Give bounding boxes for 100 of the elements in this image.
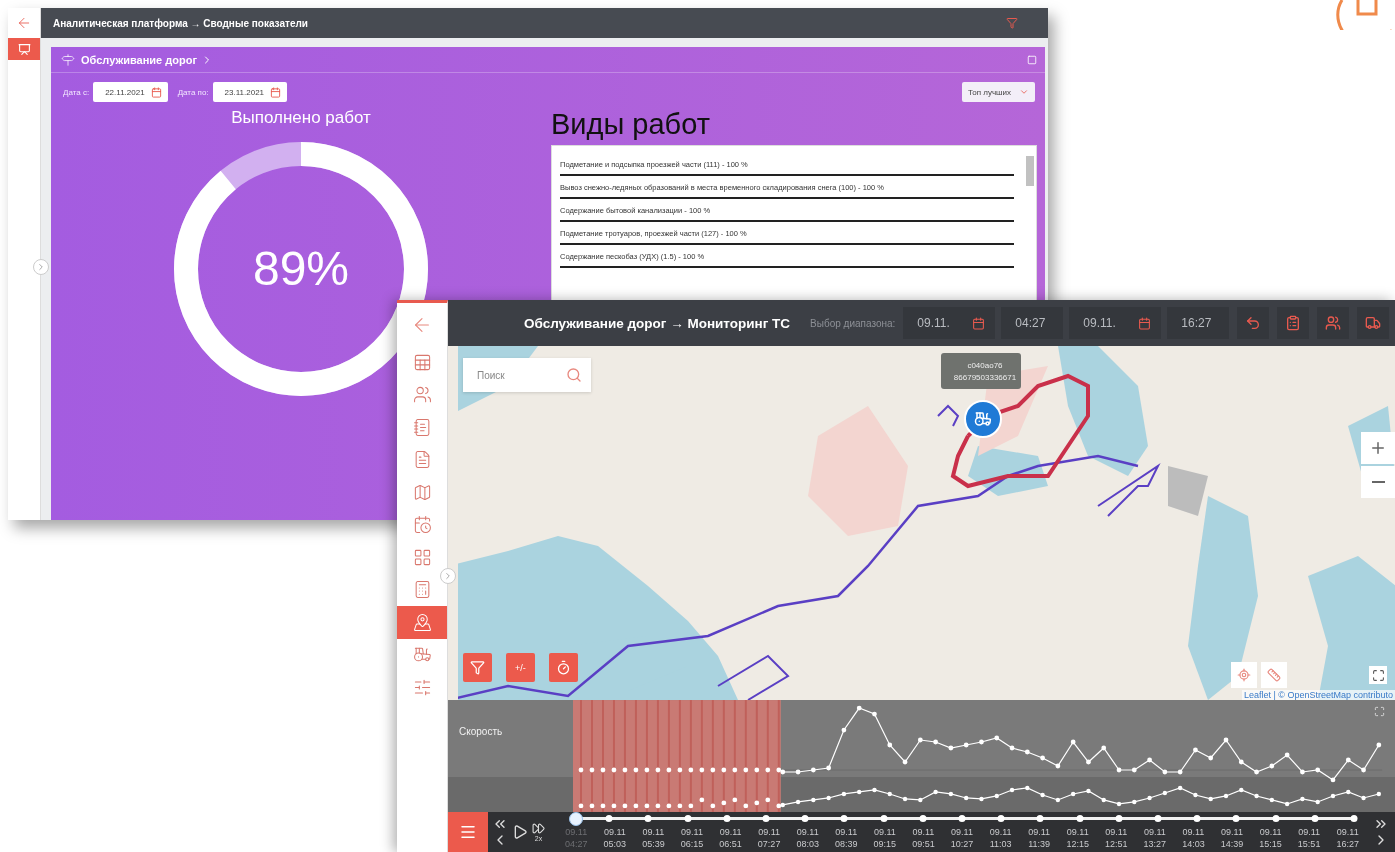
search-field[interactable]: Поиск: [463, 358, 591, 392]
date-field[interactable]: 09.11.: [1069, 307, 1162, 339]
timeline-tick[interactable]: [762, 815, 770, 822]
calendar-icon: [270, 86, 282, 98]
tick-date: 09.11: [1105, 826, 1128, 838]
date-field[interactable]: 09.11.: [903, 307, 996, 339]
undo-button[interactable]: [1237, 307, 1269, 339]
tick-time: 14:39: [1220, 838, 1244, 850]
timeline-tick[interactable]: [1154, 815, 1162, 822]
locate-icon: [1237, 668, 1251, 682]
time-field[interactable]: 04:27: [1001, 307, 1064, 339]
timeline-tick[interactable]: [1193, 815, 1201, 822]
timeline-tick[interactable]: [1115, 815, 1123, 822]
maximize-icon[interactable]: [1027, 54, 1037, 65]
chevron-down-icon: [1019, 87, 1029, 97]
tick-date: 09.11: [1182, 826, 1205, 838]
date-to-field[interactable]: 23.11.2021: [212, 82, 288, 102]
undo-icon: [1245, 315, 1261, 331]
tick-date: 09.11: [835, 826, 858, 838]
timeline-tick[interactable]: [1036, 815, 1044, 822]
range-label: Выбор диапазона:: [810, 317, 896, 329]
fullscreen-icon[interactable]: [1374, 706, 1385, 717]
tick-time: 07:27: [757, 838, 781, 850]
calendar-icon: [1138, 316, 1152, 330]
report-button[interactable]: [1277, 307, 1309, 339]
tick-date: 09.11: [719, 826, 742, 838]
table-icon: [412, 352, 432, 372]
tick-time: 06:15: [680, 838, 704, 850]
timeline-tick[interactable]: [1311, 815, 1319, 822]
timeline-tick[interactable]: [684, 815, 692, 822]
filter-icon[interactable]: [1006, 17, 1018, 29]
window-title: Обслуживание дорог → Мониторинг ТС: [524, 315, 791, 331]
notebook-icon: [412, 417, 432, 437]
tractor-icon: [974, 410, 992, 428]
sidebar-item[interactable]: [397, 606, 447, 639]
timeline-tick[interactable]: [801, 815, 809, 822]
users-button[interactable]: [1317, 307, 1349, 339]
tick-date: 09.11: [873, 826, 896, 838]
time-field[interactable]: 16:27: [1167, 307, 1230, 339]
card-title[interactable]: Обслуживание дорог: [81, 53, 213, 66]
vehicle-marker[interactable]: [964, 400, 1002, 438]
fullscreen-button[interactable]: [1369, 666, 1387, 684]
timeline-tick[interactable]: [880, 815, 888, 822]
timeline-tick[interactable]: [1272, 815, 1280, 822]
chevron-icon: [36, 262, 46, 272]
fullscreen-icon: [1371, 668, 1385, 682]
tool-button[interactable]: +/-: [506, 653, 535, 682]
road-sign-icon: [61, 52, 75, 67]
truck-button[interactable]: [1357, 307, 1389, 339]
gauge-reading: 89%: [252, 245, 350, 293]
timeline-tick[interactable]: [958, 815, 966, 822]
zoom-out-button[interactable]: [1361, 466, 1395, 498]
grid-icon: [412, 547, 432, 567]
date-from-label: Дата с:: [63, 87, 90, 97]
date-from-field[interactable]: 22.11.2021: [93, 82, 168, 102]
map-attribution[interactable]: Leaflet | © OpenStreetMap contributo: [1241, 690, 1395, 700]
timeline-tick[interactable]: [1076, 815, 1084, 822]
timeline-tick[interactable]: [1350, 815, 1358, 822]
timeline-tick[interactable]: [840, 815, 848, 822]
filter-icon: [470, 660, 485, 675]
tick-date: 09.11: [796, 826, 819, 838]
plus-icon: [1369, 439, 1387, 457]
tick-date: 09.11: [1221, 826, 1243, 838]
tick-time: 13:27: [1143, 838, 1167, 850]
date-to-label: Дата по:: [177, 87, 209, 97]
tick-time: 15:51: [1297, 838, 1321, 850]
filter-dropdown[interactable]: Топ лучших: [962, 82, 1035, 102]
menu-icon: [459, 823, 477, 841]
calendar-icon: [412, 515, 432, 535]
tick-time: 08:39: [835, 838, 858, 850]
timeline-tick[interactable]: [605, 815, 613, 822]
scrollbar[interactable]: [1026, 156, 1034, 186]
tick-time: 12:51: [1105, 838, 1128, 850]
tick-date: 09.11: [1336, 826, 1359, 838]
fast-forward-button[interactable]: [532, 821, 545, 835]
tick-date: 09.11: [1143, 826, 1166, 838]
gauge-title: Выполнено работ: [231, 108, 371, 128]
sidebar-item[interactable]: [8, 38, 40, 60]
play-button[interactable]: [512, 824, 528, 840]
timeline-tick[interactable]: [644, 815, 652, 822]
tick-date: 09.11: [681, 826, 703, 838]
timer-button[interactable]: [549, 653, 578, 682]
sliders-icon: [412, 677, 432, 697]
timeline-tick[interactable]: [723, 815, 731, 822]
zoom-in-button[interactable]: [1361, 432, 1395, 464]
ruler-button[interactable]: [1261, 662, 1287, 688]
search-icon[interactable]: [566, 367, 582, 383]
tick-time: 05:39: [642, 838, 665, 850]
chart-label: Скорость: [458, 725, 504, 739]
users-icon: [412, 385, 432, 405]
play-icon: [512, 824, 528, 840]
tick-time: 16:27: [1336, 838, 1359, 850]
timeline-tick[interactable]: [919, 815, 927, 822]
tick-date: 09.11: [565, 826, 588, 838]
filter-button[interactable]: [463, 653, 492, 682]
fast-forward-icon: [532, 821, 545, 835]
timeline-tick[interactable]: [1232, 815, 1240, 822]
tick-time: 09:15: [873, 838, 897, 850]
slider-thumb[interactable]: [569, 812, 583, 826]
timeline-tick[interactable]: [997, 815, 1005, 822]
